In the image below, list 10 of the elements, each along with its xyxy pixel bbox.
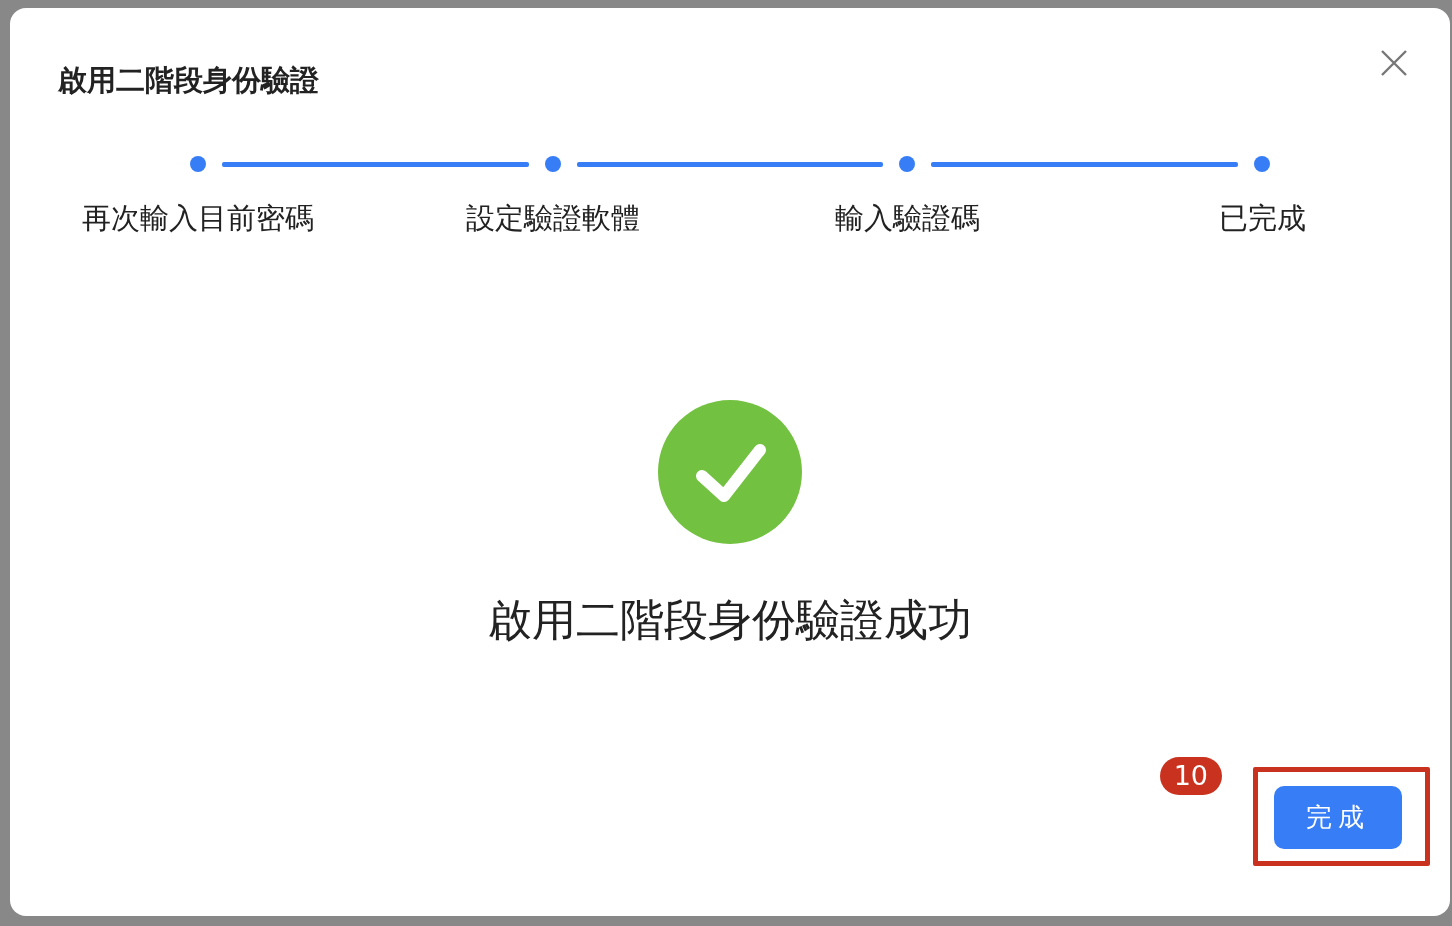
done-button[interactable]: 完成 <box>1274 786 1402 849</box>
dialog-title: 啟用二階段身份驗證 <box>58 62 319 99</box>
step-label: 輸入驗證碼 <box>835 200 980 237</box>
close-icon[interactable] <box>1381 50 1407 76</box>
step-label: 再次輸入目前密碼 <box>81 200 314 237</box>
step-badge: 10 <box>1159 757 1222 795</box>
step-label: 已完成 <box>1219 200 1306 237</box>
result-message: 啟用二階段身份驗證成功 <box>488 593 972 647</box>
success-check-icon <box>658 400 802 544</box>
step-label: 設定驗證軟體 <box>465 200 640 237</box>
